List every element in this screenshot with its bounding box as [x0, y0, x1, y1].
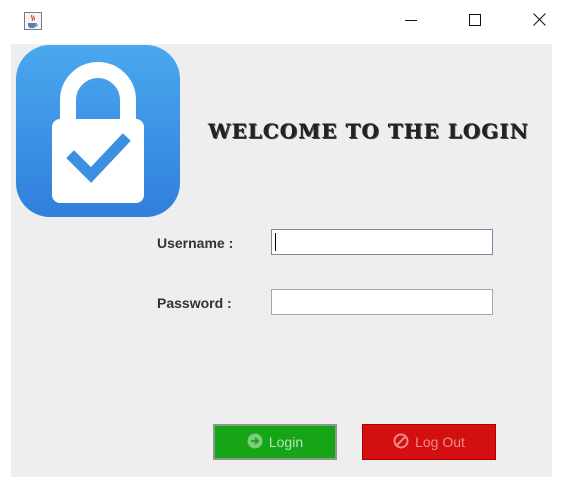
- maximize-icon: [469, 13, 481, 31]
- logout-button-label: Log Out: [415, 434, 465, 450]
- window-titlebar: [0, 0, 563, 44]
- login-button[interactable]: Login: [213, 424, 337, 460]
- logout-button[interactable]: Log Out: [362, 424, 496, 460]
- close-icon: [532, 13, 546, 31]
- login-button-label: Login: [268, 434, 304, 450]
- padlock-checkmark-icon: [16, 45, 180, 217]
- text-caret: [275, 233, 276, 251]
- username-label: Username :: [157, 235, 234, 251]
- maximize-button[interactable]: [452, 0, 498, 44]
- minimize-icon: [405, 13, 417, 31]
- prohibited-icon: [393, 433, 409, 452]
- minimize-button[interactable]: [388, 0, 434, 44]
- java-coffee-cup-icon: [24, 12, 42, 30]
- close-button[interactable]: [516, 0, 562, 44]
- welcome-heading: WELCOME TO THE LOGIN: [208, 119, 529, 143]
- circle-arrow-right-icon: [247, 433, 263, 452]
- username-field[interactable]: [271, 229, 493, 255]
- login-panel: WELCOME TO THE LOGIN Username : Password…: [11, 44, 552, 477]
- password-field[interactable]: [271, 289, 493, 315]
- password-label: Password :: [157, 295, 232, 311]
